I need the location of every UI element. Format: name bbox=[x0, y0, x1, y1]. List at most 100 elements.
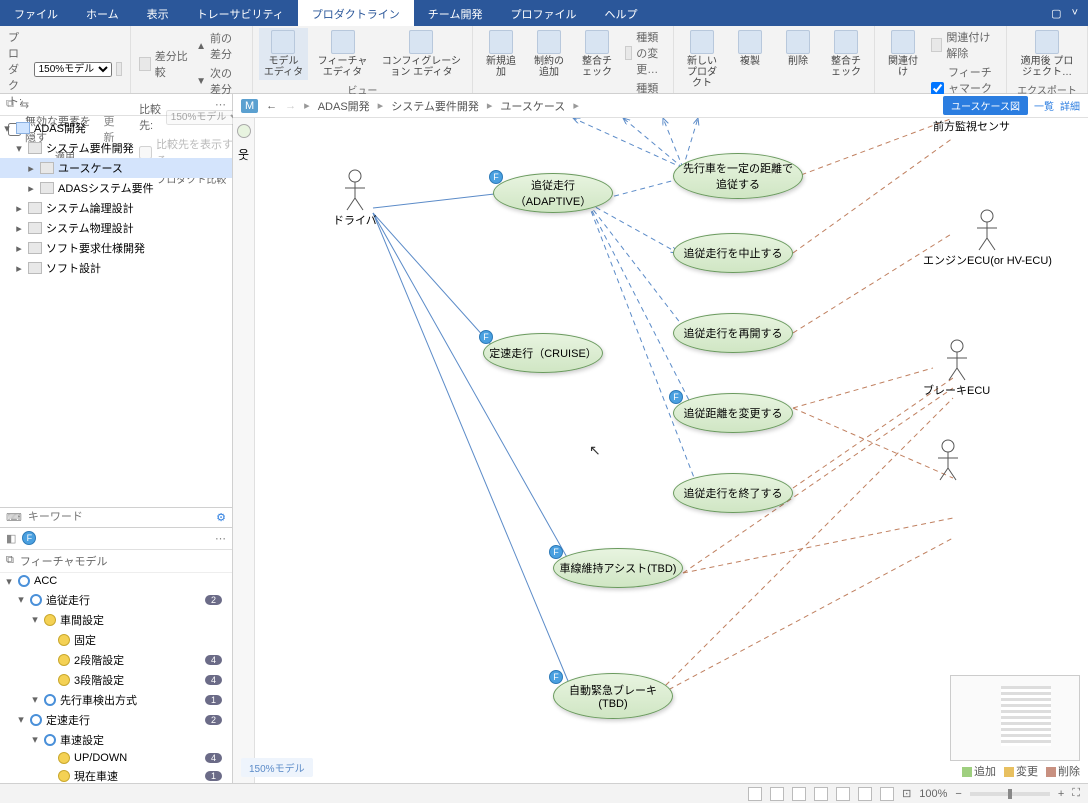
model-editor-button[interactable]: モデル エディタ bbox=[259, 28, 308, 80]
fwd-icon[interactable]: → bbox=[285, 100, 296, 112]
tree-root[interactable]: ADAS開発 bbox=[34, 120, 86, 136]
sb-icon[interactable] bbox=[792, 787, 806, 801]
usecase-3[interactable]: 追従走行を再開する bbox=[673, 313, 793, 353]
sb-icon[interactable] bbox=[748, 787, 762, 801]
crumb-item[interactable]: ユースケース bbox=[500, 98, 565, 114]
tree-item[interactable]: システム論理設計 bbox=[46, 200, 134, 216]
new-product-button[interactable]: 新しい プロダクト bbox=[680, 28, 724, 91]
menubar: ファイル ホーム 表示 トレーサビリティ プロダクトライン チーム開発 プロファ… bbox=[0, 0, 1088, 26]
actor-extra[interactable] bbox=[933, 438, 963, 482]
link-icon[interactable]: ⇆ bbox=[20, 98, 29, 111]
feature-toolbar: ◧ F ⋯ bbox=[0, 528, 232, 550]
actor-driver[interactable]: ドライバ bbox=[333, 168, 377, 228]
menu-help[interactable]: ヘルプ bbox=[590, 0, 651, 26]
prev-diff[interactable]: ▲ 前の差分 bbox=[194, 29, 244, 63]
feature-node[interactable]: 現在車速1 bbox=[0, 766, 232, 784]
feature-node[interactable]: ▾追従走行2 bbox=[0, 590, 232, 610]
product-select[interactable]: 150%モデル bbox=[34, 62, 112, 77]
palette-usecase-icon[interactable] bbox=[237, 124, 251, 138]
rel-del[interactable]: 関連付け解除 bbox=[929, 28, 1000, 62]
feature-node[interactable]: ▾先行車検出方式1 bbox=[0, 690, 232, 710]
zoom-in-icon[interactable]: + bbox=[1058, 788, 1064, 800]
menu-file[interactable]: ファイル bbox=[0, 0, 72, 26]
chevron-down-icon[interactable]: ˅ bbox=[1072, 7, 1078, 19]
feature-menu-icon[interactable]: ⋯ bbox=[215, 532, 226, 545]
tree-item[interactable]: ADASシステム要件 bbox=[58, 180, 154, 196]
feature-node[interactable]: 3段階設定4 bbox=[0, 670, 232, 690]
delete-button[interactable]: 削除 bbox=[776, 28, 820, 69]
duplicate-button[interactable]: 複製 bbox=[728, 28, 772, 69]
usecase-2[interactable]: 追従走行を中止する bbox=[673, 233, 793, 273]
usecase-lane[interactable]: 車線維持アシスト(TBD) bbox=[553, 548, 683, 588]
zoom-level: 100% bbox=[919, 788, 947, 800]
config-editor-button[interactable]: コンフィグレーション エディタ bbox=[377, 28, 466, 80]
project-tree[interactable]: ▾ADAS開発 ▾システム要件開発 ▸ユースケース ▸ADASシステム要件 ▸シ… bbox=[0, 116, 232, 296]
zoom-out-icon[interactable]: − bbox=[955, 788, 961, 800]
menu-trace[interactable]: トレーサビリティ bbox=[183, 0, 298, 26]
menu-productline[interactable]: プロダクトライン bbox=[298, 0, 414, 26]
crumb-item[interactable]: ADAS開発 bbox=[318, 98, 370, 114]
menu-team[interactable]: チーム開発 bbox=[414, 0, 497, 26]
feature-icon[interactable]: ◧ bbox=[6, 532, 16, 545]
usecase-cruise[interactable]: 定速走行（CRUISE） bbox=[483, 333, 603, 373]
feature-editor-button[interactable]: フィーチャ エディタ bbox=[312, 28, 373, 80]
zoom-slider[interactable] bbox=[970, 792, 1050, 796]
feature-node[interactable]: ▾車速設定 bbox=[0, 730, 232, 750]
diagram-canvas[interactable]: 웃 bbox=[233, 118, 1088, 783]
palette-actor-icon[interactable]: 웃 bbox=[238, 146, 249, 163]
fullscreen-icon[interactable]: ⛶ bbox=[1072, 787, 1080, 800]
sb-icon[interactable] bbox=[770, 787, 784, 801]
usecase-1[interactable]: 先行車を一定の距離で追従する bbox=[673, 153, 803, 199]
search-bar: ⌨ ⚙ bbox=[0, 507, 232, 528]
tree-item[interactable]: ソフト設計 bbox=[46, 260, 101, 276]
tree-item[interactable]: ソフト要求仕様開発 bbox=[46, 240, 145, 256]
sb-icon[interactable] bbox=[836, 787, 850, 801]
feature-node[interactable]: UP/DOWN4 bbox=[0, 750, 232, 766]
actor-sensor[interactable]: 前方監視センサ bbox=[933, 118, 1010, 134]
feature-node[interactable]: ▾車間設定 bbox=[0, 610, 232, 630]
feature-node[interactable]: ▾定速走行2 bbox=[0, 710, 232, 730]
diff-compare[interactable]: 差分比較 bbox=[155, 48, 190, 80]
tree-item[interactable]: システム要件開発 bbox=[46, 140, 134, 156]
sb-icon[interactable] bbox=[858, 787, 872, 801]
check-button[interactable]: 整合チェック bbox=[575, 28, 619, 80]
tree-item[interactable]: システム物理設計 bbox=[46, 220, 134, 236]
menu-home[interactable]: ホーム bbox=[72, 0, 133, 26]
list-link[interactable]: 一覧 bbox=[1034, 98, 1054, 113]
window-icon[interactable]: ▢ bbox=[1051, 7, 1061, 20]
usecase-aeb[interactable]: 自動緊急ブレーキ (TBD) bbox=[553, 673, 673, 719]
back-icon[interactable]: ← bbox=[266, 100, 277, 112]
menu-profile[interactable]: プロファイル bbox=[496, 0, 590, 26]
diagram-type-badge[interactable]: ユースケース図 bbox=[943, 96, 1028, 115]
detail-link[interactable]: 詳細 bbox=[1060, 98, 1080, 113]
actor-engine[interactable]: エンジンECU(or HV-ECU) bbox=[923, 208, 1052, 268]
usecase-4[interactable]: 追従距離を変更する bbox=[673, 393, 793, 433]
minimap[interactable] bbox=[950, 675, 1080, 761]
relate-button[interactable]: 関連付け bbox=[881, 28, 925, 80]
tree-item-selected[interactable]: ユースケース bbox=[58, 160, 123, 176]
usecase-5[interactable]: 追従走行を終了する bbox=[673, 473, 793, 513]
actor-brake[interactable]: ブレーキECU bbox=[923, 338, 990, 398]
feature-tree[interactable]: ▾ACC ▾追従走行2▾車間設定固定2段階設定43段階設定4▾先行車検出方式1▾… bbox=[0, 573, 232, 784]
usecase-adaptive[interactable]: 追従走行（ADAPTIVE） bbox=[493, 173, 613, 213]
refresh-icon[interactable] bbox=[116, 62, 122, 76]
crumb-item[interactable]: システム要件開発 bbox=[391, 98, 479, 114]
sb-icon[interactable] bbox=[880, 787, 894, 801]
type-change[interactable]: 種類の変更… bbox=[623, 28, 667, 78]
feature-node[interactable]: 2段階設定4 bbox=[0, 650, 232, 670]
search-settings-icon[interactable]: ⚙ bbox=[216, 511, 226, 524]
check2-button[interactable]: 整合チェック bbox=[824, 28, 868, 80]
feature-node[interactable]: 固定 bbox=[0, 630, 232, 650]
feature-root[interactable]: ACC bbox=[34, 575, 57, 587]
post-project-button[interactable]: 適用後 プロジェクト… bbox=[1013, 28, 1081, 80]
search-input[interactable] bbox=[28, 511, 210, 523]
tree-icon[interactable]: ⧉ bbox=[6, 98, 14, 111]
constraint-add-button[interactable]: 制約の追加 bbox=[527, 28, 571, 80]
search-mode-icon[interactable]: ⌨ bbox=[6, 511, 22, 524]
menu-view[interactable]: 表示 bbox=[133, 0, 183, 26]
next-diff[interactable]: ▼ 次の差分 bbox=[194, 64, 244, 98]
sb-icon[interactable] bbox=[814, 787, 828, 801]
new-add-button[interactable]: 新規追加 bbox=[479, 28, 523, 80]
zoom-fit-icon[interactable]: ⊡ bbox=[902, 787, 911, 800]
f-pin: F bbox=[479, 330, 493, 344]
